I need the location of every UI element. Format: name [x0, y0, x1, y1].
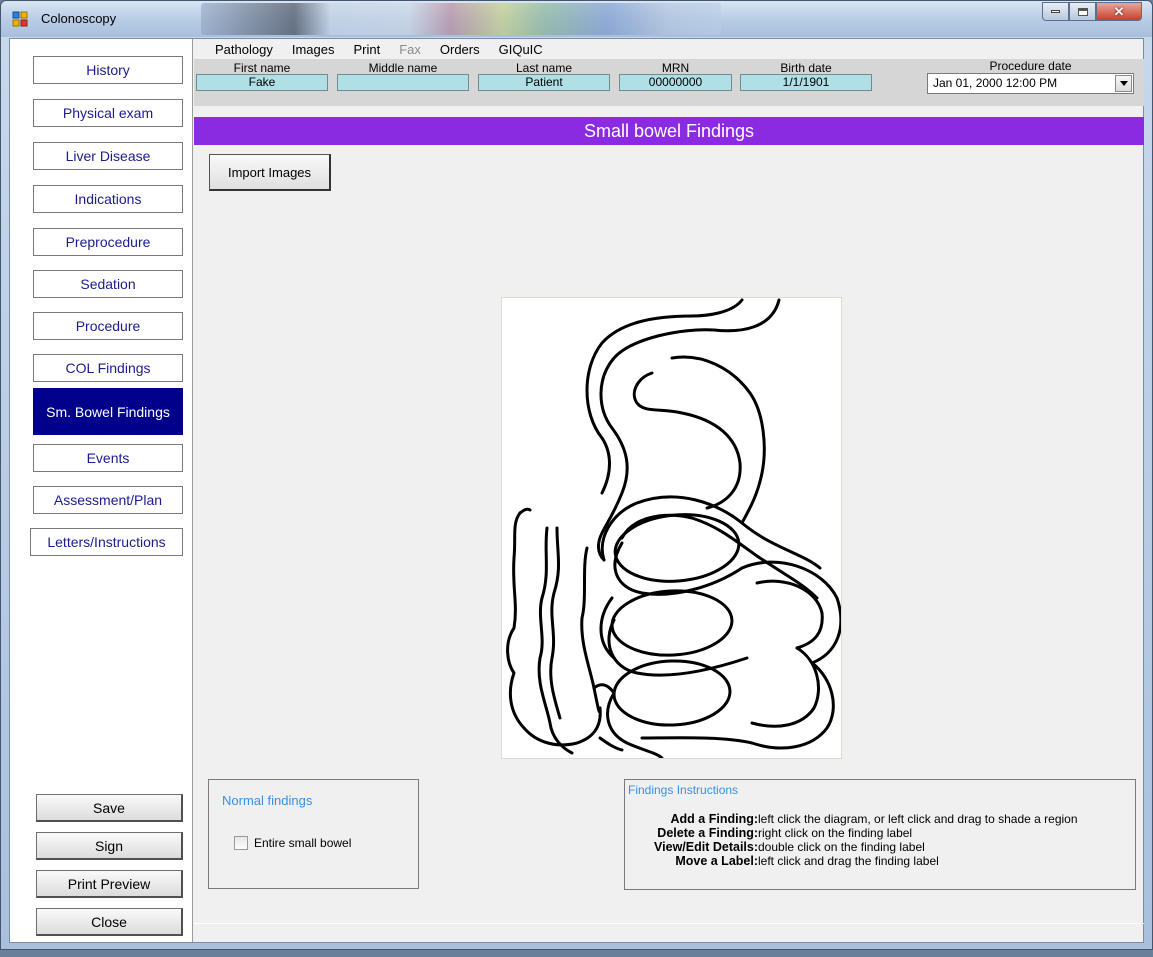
instruction-text: left click and drag the finding label — [758, 854, 939, 868]
instruction-text: right click on the finding label — [758, 826, 913, 840]
normal-findings-title: Normal findings — [222, 793, 313, 808]
nav-preprocedure[interactable]: Preprocedure — [33, 228, 183, 256]
last-name-label: Last name — [515, 61, 573, 75]
first-name-field[interactable]: Fake — [196, 74, 328, 91]
patient-info-bar: First name Fake Middle name Last name Pa… — [194, 59, 1144, 106]
nav-letters-instructions[interactable]: Letters/Instructions — [30, 528, 183, 556]
menu-bar: Pathology Images Print Fax Orders GIQuIC — [194, 39, 1144, 59]
menu-print[interactable]: Print — [353, 39, 380, 59]
main-panel: Pathology Images Print Fax Orders GIQuIC… — [194, 39, 1144, 942]
instruction-text: double click on the finding label — [758, 840, 925, 854]
import-images-button[interactable]: Import Images — [209, 154, 331, 191]
window-controls: ✕ — [1042, 2, 1142, 22]
birth-date-label: Birth date — [780, 61, 832, 75]
nav-assessment-plan[interactable]: Assessment/Plan — [33, 486, 183, 514]
procedure-date-label: Procedure date — [989, 59, 1072, 73]
nav-history[interactable]: History — [33, 56, 183, 84]
close-icon: ✕ — [1113, 3, 1125, 19]
save-button[interactable]: Save — [36, 794, 183, 822]
print-preview-button[interactable]: Print Preview — [36, 870, 183, 898]
small-bowel-diagram[interactable] — [501, 297, 843, 760]
title-bar[interactable]: Colonoscopy ✕ — [1, 1, 1152, 37]
findings-instructions-group: Findings Instructions Add a Finding:left… — [624, 779, 1136, 890]
middle-name-label: Middle name — [368, 61, 438, 75]
entire-small-bowel-label: Entire small bowel — [254, 836, 352, 850]
instructions-title: Findings Instructions — [628, 783, 739, 797]
nav-sedation[interactable]: Sedation — [33, 270, 183, 298]
instruction-key: Add a Finding: — [670, 812, 758, 826]
menu-fax: Fax — [399, 42, 421, 57]
entire-small-bowel-checkbox[interactable] — [234, 836, 248, 850]
chevron-down-icon — [1119, 81, 1128, 86]
instruction-key: Delete a Finding: — [657, 826, 758, 840]
menu-giquic[interactable]: GIQuIC — [499, 39, 543, 59]
taskbar-thumbnail-strip — [201, 3, 721, 35]
first-name-label: First name — [233, 61, 291, 75]
instruction-row: Delete a Finding:right click on the find… — [625, 826, 912, 840]
client-area: History Physical exam Liver Disease Indi… — [9, 38, 1144, 943]
maximize-button[interactable] — [1069, 2, 1096, 21]
small-bowel-drawing — [506, 298, 843, 760]
sidebar: History Physical exam Liver Disease Indi… — [10, 39, 193, 942]
close-window-button[interactable]: ✕ — [1096, 2, 1142, 21]
close-button[interactable]: Close — [36, 908, 183, 936]
mrn-field[interactable]: 00000000 — [619, 74, 732, 91]
procedure-date-value: Jan 01, 2000 12:00 PM — [933, 76, 1058, 90]
divider — [194, 923, 1144, 924]
last-name-field[interactable]: Patient — [478, 74, 610, 91]
sign-button[interactable]: Sign — [36, 832, 183, 860]
menu-pathology[interactable]: Pathology — [215, 39, 273, 59]
instruction-row: Move a Label:left click and drag the fin… — [625, 854, 939, 868]
instruction-row: Add a Finding:left click the diagram, or… — [625, 812, 1078, 826]
nav-events[interactable]: Events — [33, 444, 183, 472]
dropdown-button[interactable] — [1115, 75, 1132, 92]
minimize-icon — [1051, 10, 1060, 13]
nav-procedure[interactable]: Procedure — [33, 312, 183, 340]
mrn-label: MRN — [661, 61, 690, 75]
nav-col-findings[interactable]: COL Findings — [33, 354, 183, 382]
app-icon — [12, 11, 28, 27]
nav-sm-bowel-findings[interactable]: Sm. Bowel Findings — [33, 388, 183, 435]
middle-name-field[interactable] — [337, 74, 469, 91]
nav-indications[interactable]: Indications — [33, 185, 183, 213]
section-title: Small bowel Findings — [194, 117, 1144, 145]
nav-liver-disease[interactable]: Liver Disease — [33, 142, 183, 170]
menu-orders[interactable]: Orders — [440, 39, 480, 59]
menu-images[interactable]: Images — [292, 39, 335, 59]
minimize-button[interactable] — [1042, 2, 1069, 21]
normal-findings-group: Normal findings Entire small bowel — [208, 779, 419, 889]
nav-physical-exam[interactable]: Physical exam — [33, 99, 183, 127]
app-window: Colonoscopy ✕ History Physical exam Live… — [0, 0, 1153, 950]
instruction-key: Move a Label: — [675, 854, 758, 868]
maximize-icon — [1077, 7, 1088, 16]
window-title: Colonoscopy — [41, 11, 117, 26]
instruction-text: left click the diagram, or left click an… — [758, 812, 1078, 826]
instruction-key: View/Edit Details: — [654, 840, 758, 854]
birth-date-field[interactable]: 1/1/1901 — [740, 74, 872, 91]
instruction-row: View/Edit Details:double click on the fi… — [625, 840, 925, 854]
procedure-date-select[interactable]: Jan 01, 2000 12:00 PM — [927, 73, 1134, 94]
entire-small-bowel-option[interactable]: Entire small bowel — [234, 836, 351, 850]
